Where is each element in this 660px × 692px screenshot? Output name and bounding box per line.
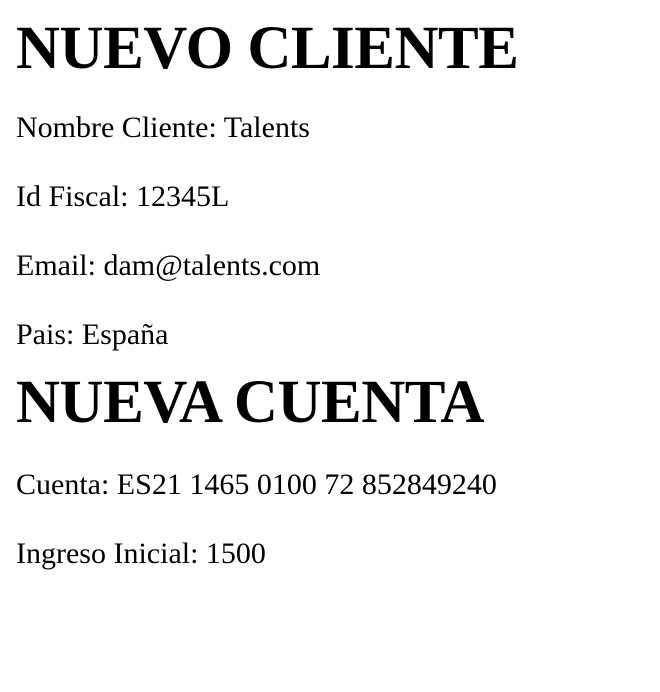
account-number-line: Cuenta: ES21 1465 0100 72 852849240 xyxy=(16,468,497,501)
account-details: Cuenta: ES21 1465 0100 72 852849240 Ingr… xyxy=(16,470,644,569)
account-section: NUEVA CUENTA Cuenta: ES21 1465 0100 72 8… xyxy=(16,372,644,569)
client-heading: NUEVO CLIENTE xyxy=(16,15,519,82)
client-details: Nombre Cliente: Talents Id Fiscal: 12345… xyxy=(16,113,644,350)
client-fiscal-id-line: Id Fiscal: 12345L xyxy=(16,180,230,213)
client-country-line: Pais: España xyxy=(16,318,169,351)
client-name-line: Nombre Cliente: Talents xyxy=(16,111,310,144)
client-section: NUEVO CLIENTE Nombre Cliente: Talents Id… xyxy=(16,18,644,350)
client-email-line: Email: dam@talents.com xyxy=(16,249,321,282)
initial-deposit-line: Ingreso Inicial: 1500 xyxy=(16,537,266,570)
account-heading: NUEVA CUENTA xyxy=(16,369,484,436)
